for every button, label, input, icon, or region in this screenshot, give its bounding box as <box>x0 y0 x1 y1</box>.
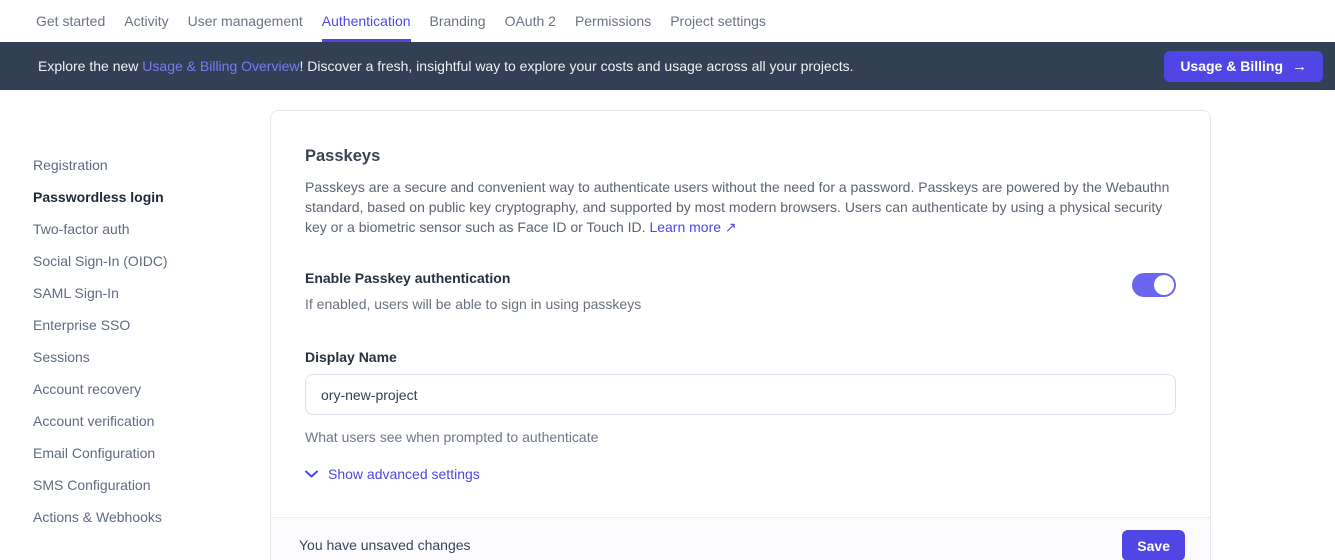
sidebar-item-social-sign-in-oidc-[interactable]: Social Sign-In (OIDC) <box>33 252 253 271</box>
display-name-label: Display Name <box>305 349 1176 365</box>
usage-billing-button[interactable]: Usage & Billing → <box>1164 51 1323 82</box>
arrow-right-icon: → <box>1292 58 1307 75</box>
enable-passkey-row: Enable Passkey authentication If enabled… <box>305 270 1176 312</box>
unsaved-changes-status: You have unsaved changes <box>299 530 471 560</box>
passkeys-card: Passkeys Passkeys are a secure and conve… <box>270 110 1211 560</box>
sidebar-item-sms-configuration[interactable]: SMS Configuration <box>33 476 253 495</box>
sidebar-item-account-verification[interactable]: Account verification <box>33 412 253 431</box>
sidebar-item-registration[interactable]: Registration <box>33 156 253 175</box>
toggle-knob <box>1154 275 1174 295</box>
sidebar-item-two-factor-auth[interactable]: Two-factor auth <box>33 220 253 239</box>
sidebar-item-actions-webhooks[interactable]: Actions & Webhooks <box>33 508 253 527</box>
sidebar-item-passwordless-login[interactable]: Passwordless login <box>33 188 253 207</box>
banner-text-prefix: Explore the new <box>38 58 142 74</box>
description-text: Passkeys are a secure and convenient way… <box>305 179 1169 235</box>
enable-passkey-toggle[interactable] <box>1132 273 1176 297</box>
display-name-input[interactable] <box>305 374 1176 415</box>
nav-tab-oauth-2[interactable]: OAuth 2 <box>505 0 556 42</box>
save-button[interactable]: Save <box>1122 530 1185 560</box>
nav-tab-activity[interactable]: Activity <box>124 0 168 42</box>
settings-sidebar: Registration Passwordless login Two-factor… <box>33 156 253 540</box>
enable-passkey-help: If enabled, users will be able to sign i… <box>305 296 641 312</box>
nav-tab-user-management[interactable]: User management <box>188 0 303 42</box>
show-advanced-settings-label: Show advanced settings <box>328 466 480 482</box>
enable-passkey-label: Enable Passkey authentication <box>305 270 641 286</box>
nav-tab-get-started[interactable]: Get started <box>36 0 105 42</box>
learn-more-label: Learn more <box>649 219 721 235</box>
sidebar-item-saml-sign-in[interactable]: SAML Sign-In <box>33 284 253 303</box>
enable-passkey-texts: Enable Passkey authentication If enabled… <box>305 270 641 312</box>
sidebar-item-email-configuration[interactable]: Email Configuration <box>33 444 253 463</box>
usage-billing-overview-link[interactable]: Usage & Billing Overview <box>142 58 299 74</box>
banner-message: Explore the new Usage & Billing Overview… <box>38 58 1164 74</box>
usage-billing-button-label: Usage & Billing <box>1180 58 1283 74</box>
chevron-down-icon <box>305 470 318 478</box>
top-nav: Get started Activity User management Authen… <box>0 0 1335 42</box>
sidebar-item-account-recovery[interactable]: Account recovery <box>33 380 253 399</box>
app-root: Get started Activity User management Authen… <box>0 0 1335 560</box>
display-name-field: Display Name What users see when prompte… <box>305 349 1176 445</box>
external-link-icon: ↗ <box>725 219 737 235</box>
save-bar: You have unsaved changes Save <box>271 517 1210 560</box>
nav-tab-authentication[interactable]: Authentication <box>322 0 411 42</box>
section-title: Passkeys <box>305 147 1176 166</box>
usage-billing-banner: Explore the new Usage & Billing Overview… <box>0 42 1335 90</box>
section-description: Passkeys are a secure and convenient way… <box>305 177 1176 237</box>
content-area: Registration Passwordless login Two-factor… <box>0 90 1335 560</box>
show-advanced-settings[interactable]: Show advanced settings <box>305 466 480 482</box>
sidebar-item-enterprise-sso[interactable]: Enterprise SSO <box>33 316 253 335</box>
nav-tab-branding[interactable]: Branding <box>430 0 486 42</box>
banner-text-suffix: ! Discover a fresh, insightful way to ex… <box>299 58 853 74</box>
display-name-help: What users see when prompted to authenti… <box>305 429 1176 445</box>
nav-tab-permissions[interactable]: Permissions <box>575 0 651 42</box>
nav-tab-project-settings[interactable]: Project settings <box>670 0 766 42</box>
learn-more-link[interactable]: Learn more ↗ <box>649 219 736 235</box>
sidebar-item-sessions[interactable]: Sessions <box>33 348 253 367</box>
